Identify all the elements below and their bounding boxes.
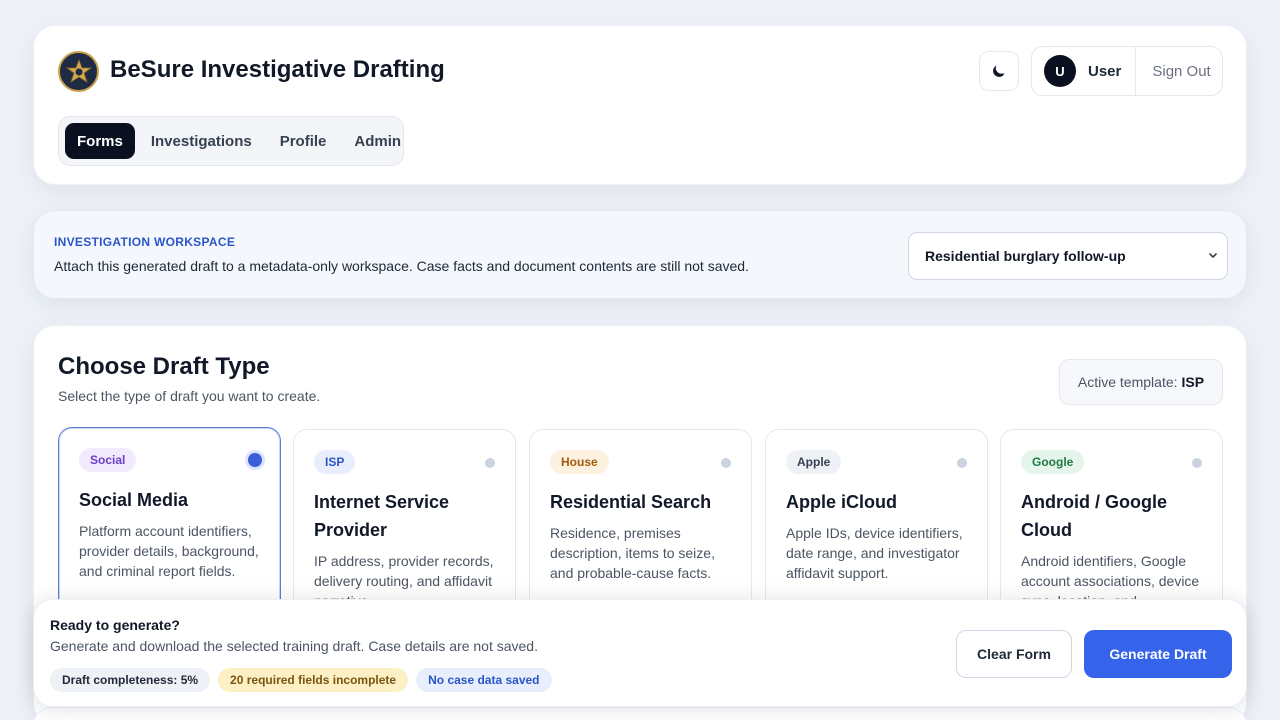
- template-name: Internet Service Provider: [314, 492, 450, 540]
- template-name: Residential Search: [550, 492, 712, 512]
- clear-form-button[interactable]: Clear Form: [956, 630, 1072, 678]
- generate-action-bar: Ready to generate? Generate and download…: [33, 599, 1247, 707]
- workspace-eyebrow: INVESTIGATION WORKSPACE: [54, 235, 236, 249]
- workspace-card: INVESTIGATION WORKSPACE Attach this gene…: [33, 210, 1247, 299]
- template-name: Social Media: [79, 490, 189, 510]
- template-name: Apple iCloud: [786, 492, 897, 512]
- user-menu: U User Sign Out: [1031, 46, 1223, 96]
- sheriff-badge-icon: [58, 51, 99, 92]
- action-bar-description: Generate and download the selected train…: [50, 638, 538, 654]
- completeness-badge: Draft completeness: 5%: [50, 668, 211, 692]
- draft-type-subtitle: Select the type of draft you want to cre…: [58, 388, 321, 404]
- template-description: Residence, premises description, items t…: [550, 525, 715, 581]
- required-fields-badge: 20 required fields incomplete: [218, 668, 409, 692]
- theme-toggle-button[interactable]: [979, 51, 1019, 91]
- user-divider: [1135, 47, 1137, 95]
- template-name: Android / Google Cloud: [1021, 492, 1167, 540]
- sign-out-button[interactable]: Sign Out: [1152, 63, 1210, 80]
- workspace-select-value: Residential burglary follow-up: [925, 248, 1126, 264]
- next-section-card: [33, 707, 1247, 720]
- header-card: BeSure Investigative Drafting Forms Inve…: [33, 25, 1247, 185]
- nav-tab-admin[interactable]: Admin: [342, 123, 413, 159]
- template-radio[interactable]: [248, 453, 262, 467]
- workspace-description: Attach this generated draft to a metadat…: [54, 258, 749, 274]
- action-bar-title: Ready to generate?: [50, 617, 180, 633]
- template-card-social[interactable]: Social Social Media Platform account ide…: [58, 427, 281, 627]
- template-tag: Social: [79, 448, 137, 472]
- moon-icon: [993, 65, 1005, 77]
- draft-type-title: Choose Draft Type: [58, 353, 270, 380]
- template-radio[interactable]: [721, 458, 731, 468]
- active-template-badge: Active template: ISP: [1059, 359, 1223, 405]
- chevron-down-icon: [1209, 253, 1217, 258]
- active-template-value: ISP: [1181, 374, 1205, 390]
- template-description: Platform account identifiers, provider d…: [79, 523, 259, 579]
- user-name[interactable]: User: [1088, 63, 1121, 80]
- template-tag: House: [550, 450, 609, 474]
- workspace-select[interactable]: Residential burglary follow-up: [908, 232, 1228, 280]
- avatar[interactable]: U: [1044, 55, 1076, 87]
- template-radio[interactable]: [1192, 458, 1202, 468]
- nav-tab-profile[interactable]: Profile: [268, 123, 339, 159]
- app-title: BeSure Investigative Drafting: [110, 56, 445, 83]
- active-template-label: Active template:: [1077, 374, 1178, 390]
- nav-tab-forms[interactable]: Forms: [65, 123, 135, 159]
- template-tag: ISP: [314, 450, 356, 474]
- generate-draft-button[interactable]: Generate Draft: [1084, 630, 1232, 678]
- template-tag: Apple: [786, 450, 842, 474]
- no-data-saved-badge: No case data saved: [416, 668, 552, 692]
- main-nav: Forms Investigations Profile Admin: [58, 116, 404, 166]
- template-radio[interactable]: [957, 458, 967, 468]
- template-description: Apple IDs, device identifiers, date rang…: [786, 525, 963, 581]
- template-tag: Google: [1021, 450, 1085, 474]
- nav-tab-investigations[interactable]: Investigations: [139, 123, 264, 159]
- status-chips: Draft completeness: 5% 20 required field…: [50, 668, 552, 692]
- template-radio[interactable]: [485, 458, 495, 468]
